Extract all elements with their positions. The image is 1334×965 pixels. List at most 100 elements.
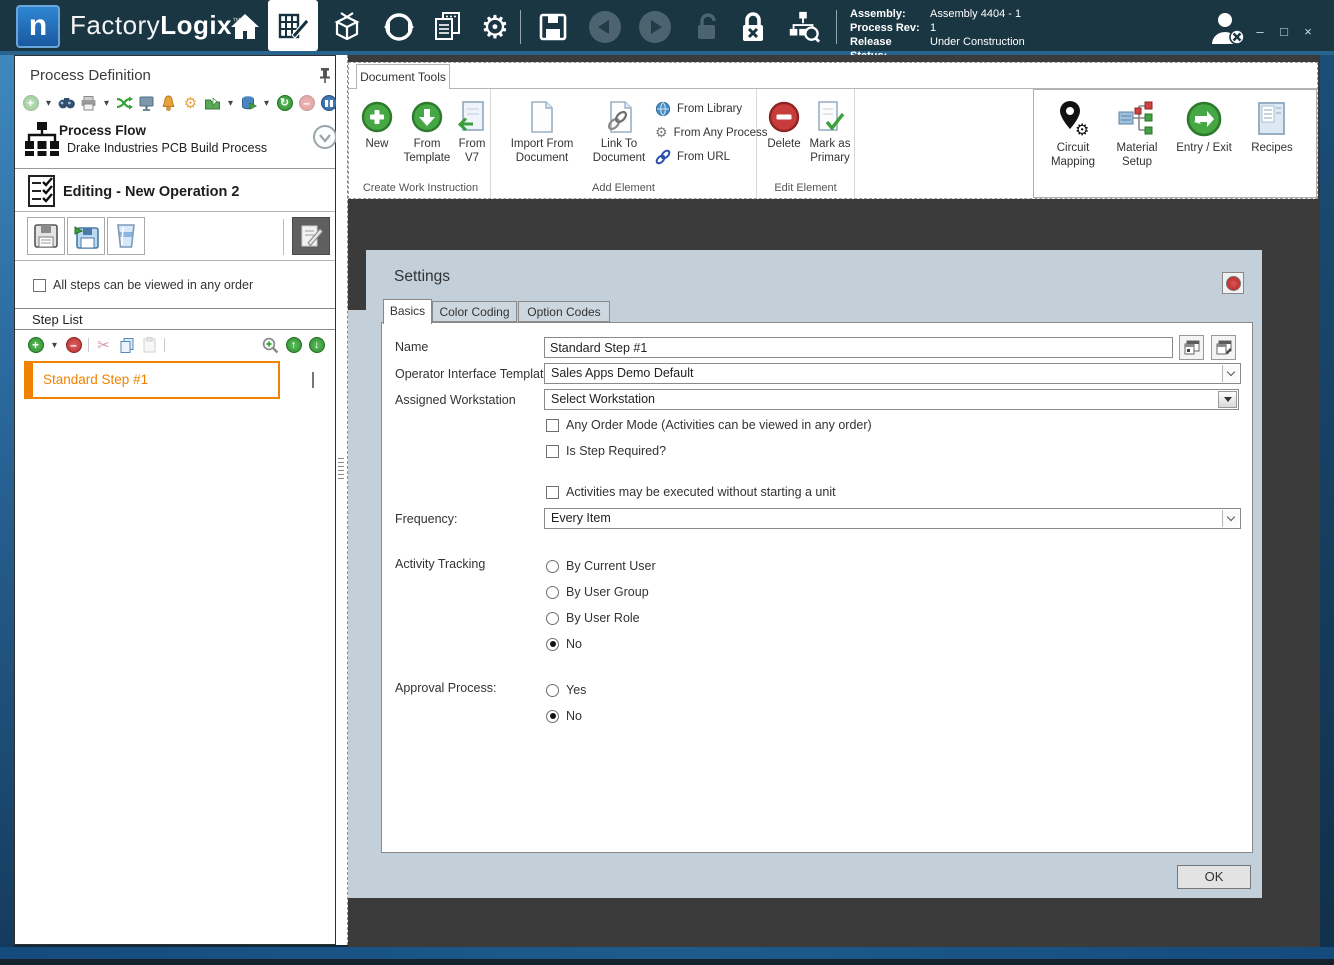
database-action-icon[interactable]: [240, 95, 257, 112]
activity-tracking-label: Activity Tracking: [395, 557, 486, 571]
settings-gear-icon[interactable]: ⚙: [478, 10, 512, 44]
remove-icon[interactable]: –: [298, 95, 315, 112]
new-button[interactable]: New: [357, 99, 397, 152]
database-dropdown-icon[interactable]: ▾: [262, 95, 271, 112]
lock-revoke-icon[interactable]: [736, 10, 770, 44]
name-edit-button[interactable]: [1211, 335, 1236, 360]
import-from-document-button[interactable]: Import From Document: [503, 99, 581, 165]
from-template-button[interactable]: From Template: [399, 99, 455, 165]
material-setup-button[interactable]: Material Setup: [1106, 98, 1168, 169]
pause-icon[interactable]: [320, 95, 337, 112]
approval-no-radio[interactable]: [546, 709, 559, 723]
combo-arrow-icon[interactable]: [1222, 510, 1239, 527]
user-logout-icon[interactable]: [1208, 8, 1248, 51]
mark-as-primary-icon: [807, 99, 853, 135]
from-url-button[interactable]: From URL: [655, 149, 730, 165]
activity-by-current-user-radio[interactable]: [546, 559, 559, 573]
splitter-grip: [338, 455, 344, 482]
undo-back-icon[interactable]: [588, 10, 622, 44]
process-definition-tool-icon[interactable]: [268, 0, 318, 51]
pin-icon[interactable]: [318, 67, 332, 86]
add-process-icon[interactable]: +: [22, 95, 39, 112]
cut-icon[interactable]: ✂: [95, 336, 112, 354]
maximize-button[interactable]: □: [1274, 24, 1294, 42]
print-icon[interactable]: [80, 95, 97, 112]
name-input[interactable]: [544, 337, 1173, 358]
move-step-down-icon[interactable]: ↓: [308, 337, 325, 354]
minimize-button[interactable]: –: [1250, 24, 1270, 42]
panel-splitter[interactable]: [336, 55, 348, 945]
tab-color-coding[interactable]: Color Coding: [432, 301, 517, 322]
redo-forward-icon[interactable]: [638, 10, 672, 44]
materials-icon[interactable]: [330, 10, 364, 44]
any-order-mode-checkbox[interactable]: [546, 418, 559, 432]
export-icon[interactable]: [204, 95, 221, 112]
step-list-item[interactable]: Standard Step #1: [24, 361, 280, 399]
name-localize-button[interactable]: [1179, 335, 1204, 360]
assigned-workstation-combo[interactable]: Select Workstation: [544, 389, 1239, 410]
collapse-down-icon[interactable]: [312, 124, 338, 153]
alert-bell-icon[interactable]: [160, 95, 177, 112]
assembly-label: Assembly:: [850, 8, 906, 20]
frequency-combo[interactable]: Every Item: [544, 508, 1241, 529]
from-any-process-button[interactable]: ⚙ From Any Process: [655, 125, 768, 141]
step-expand-chevron-icon[interactable]: [312, 372, 314, 388]
recipes-button[interactable]: Recipes: [1242, 98, 1302, 156]
delete-element-button[interactable]: Delete: [763, 99, 805, 152]
process-gear-icon[interactable]: ⚙: [182, 94, 199, 112]
tab-document-tools[interactable]: Document Tools: [356, 64, 450, 89]
zoom-step-icon[interactable]: [262, 337, 279, 354]
paste-icon[interactable]: [141, 337, 158, 354]
tab-basics[interactable]: Basics: [383, 299, 432, 324]
presentation-icon[interactable]: [138, 95, 155, 112]
home-icon[interactable]: [228, 10, 262, 44]
settings-close-button[interactable]: [1222, 272, 1244, 294]
close-button[interactable]: ×: [1298, 24, 1318, 42]
export-dropdown-icon[interactable]: ▾: [226, 95, 235, 112]
ribbon-tab-row: Document Tools: [349, 63, 1317, 89]
add-dropdown-icon[interactable]: ▾: [44, 95, 53, 112]
group-create-work-instruction: New From Template From V7 Create Work In…: [351, 89, 491, 198]
combo-dropdown-icon[interactable]: [1218, 391, 1237, 408]
from-template-icon: [399, 99, 455, 135]
save-icon[interactable]: [536, 10, 570, 44]
sync-icon[interactable]: [382, 10, 416, 44]
save-as-button[interactable]: [67, 217, 105, 255]
find-icon[interactable]: [58, 95, 75, 112]
mark-as-primary-button[interactable]: Mark as Primary: [807, 99, 853, 165]
activity-by-user-role-radio[interactable]: [546, 611, 559, 625]
ok-button[interactable]: OK: [1177, 865, 1251, 889]
reports-icon[interactable]: [430, 10, 464, 44]
combo-arrow-icon[interactable]: [1222, 365, 1239, 382]
circuit-mapping-button[interactable]: ⚙ Circuit Mapping: [1042, 98, 1104, 169]
unlock-icon[interactable]: [690, 10, 724, 44]
edit-work-instruction-button[interactable]: [292, 217, 330, 255]
print-dropdown-icon[interactable]: ▾: [102, 95, 111, 112]
entry-exit-button[interactable]: Entry / Exit: [1170, 98, 1238, 156]
is-step-required-checkbox[interactable]: [546, 444, 559, 458]
from-library-button[interactable]: From Library: [655, 101, 742, 117]
process-search-icon[interactable]: [786, 10, 820, 44]
add-step-icon[interactable]: +: [27, 337, 44, 354]
all-steps-any-order-checkbox[interactable]: [33, 278, 46, 292]
save-step-button[interactable]: [27, 217, 65, 255]
discard-step-button[interactable]: [107, 217, 145, 255]
tab-option-codes[interactable]: Option Codes: [518, 301, 610, 322]
move-step-up-icon[interactable]: ↑: [285, 337, 302, 354]
titlebar: n FactoryLogix™ ⚙ Assembly: Assembly 440…: [0, 0, 1334, 62]
activity-no-radio[interactable]: [546, 637, 559, 651]
operator-interface-template-combo[interactable]: Sales Apps Demo Default: [544, 363, 1241, 384]
activity-by-user-group-radio[interactable]: [546, 585, 559, 599]
from-v7-button[interactable]: From V7: [455, 99, 489, 165]
branch-icon[interactable]: [116, 95, 133, 112]
activities-without-unit-checkbox[interactable]: [546, 485, 559, 499]
button-bar-separator: [283, 219, 284, 255]
approval-yes-radio[interactable]: [546, 683, 559, 697]
link-to-document-button[interactable]: Link To Document: [587, 99, 651, 165]
copy-icon[interactable]: [118, 337, 135, 354]
process-flow-subtitle: Drake Industries PCB Build Process: [67, 141, 268, 155]
refresh-icon[interactable]: ↻: [276, 95, 293, 112]
add-step-dropdown-icon[interactable]: ▾: [50, 337, 59, 354]
group-edit-element: Delete Mark as Primary Edit Element: [757, 89, 855, 198]
remove-step-icon[interactable]: –: [65, 337, 82, 354]
